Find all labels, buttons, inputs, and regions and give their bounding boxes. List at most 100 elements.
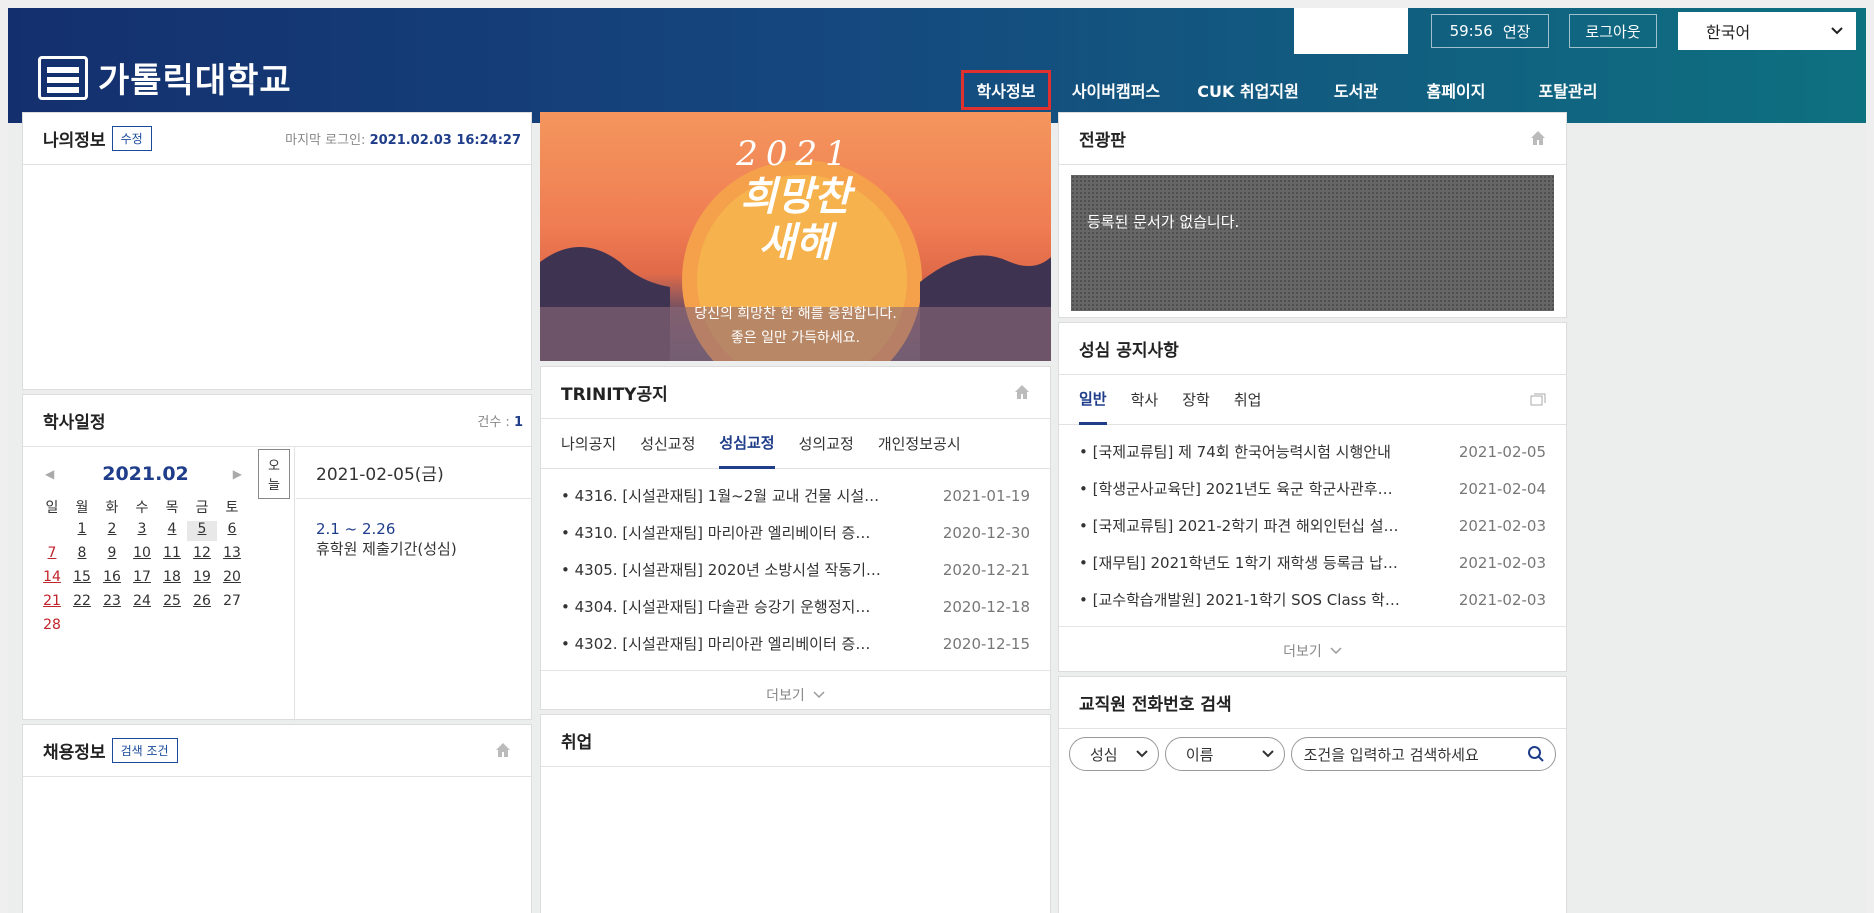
list-item[interactable]: • 4304. [시설관재팀] 다솔관 승강기 운행정지… 2020-12-18	[561, 588, 1030, 625]
calendar-day[interactable]: 14	[37, 569, 67, 589]
weekday-sun: 일	[45, 500, 59, 516]
calendar-day[interactable]: 8	[67, 545, 97, 565]
tab-privacy[interactable]: 개인정보공시	[878, 419, 961, 469]
count-label: 건수 :	[477, 415, 510, 430]
schedule-panel: 학사일정 건수 : 1 ◀ 2021.02 ▶ 오늘 일 월 화 수 목 금 토	[22, 394, 532, 721]
calendar-day[interactable]: 13	[217, 545, 247, 565]
nav-cyber-campus[interactable]: 사이버캠퍼스	[1068, 70, 1164, 110]
calendar-day[interactable]: 10	[127, 545, 157, 565]
header: 가톨릭대학교 59:56 연장 로그아웃 한국어 학사정보 사이버캠퍼스 CUK…	[8, 8, 1866, 123]
board-empty-message: 등록된 문서가 없습니다.	[1087, 213, 1240, 231]
field-value: 이름	[1185, 745, 1214, 764]
tab-general[interactable]: 일반	[1079, 375, 1107, 425]
last-login-label: 마지막 로그인:	[285, 133, 366, 148]
window-icon[interactable]	[1530, 393, 1546, 407]
weekday-mon: 월	[75, 500, 89, 516]
nav-academic-info[interactable]: 학사정보	[961, 70, 1051, 110]
employment-header: 취업	[541, 715, 1050, 767]
calendar-day-selected[interactable]: 5	[187, 521, 217, 541]
search-filter-button[interactable]: 검색 조건	[111, 738, 178, 763]
nav-homepage[interactable]: 홈페이지	[1418, 70, 1494, 110]
list-item[interactable]: • 4302. [시설관재팀] 마리아관 엘리베이터 증… 2020-12-15	[561, 625, 1030, 662]
chevron-down-icon	[813, 690, 825, 698]
calendar-day[interactable]: 26	[187, 593, 217, 613]
banner-line-2: 좋은 일만 가득하세요.	[730, 330, 861, 346]
calendar-day[interactable]: 15	[67, 569, 97, 589]
home-icon[interactable]	[495, 742, 511, 758]
calendar-day[interactable]: 6	[217, 521, 247, 541]
board-title: 전광판	[1079, 131, 1126, 151]
edit-button[interactable]: 수정	[111, 126, 152, 151]
notice-more-button[interactable]: 더보기	[1059, 626, 1566, 674]
phone-search-title: 교직원 전화번호 검색	[1079, 695, 1232, 715]
phone-search-header: 교직원 전화번호 검색	[1059, 677, 1566, 729]
nav-career-support[interactable]: CUK 취업지원	[1188, 70, 1308, 110]
banner-headline-1: 희망찬	[740, 173, 851, 220]
my-info-title: 나의정보	[43, 131, 106, 151]
next-month-icon[interactable]: ▶	[233, 467, 242, 481]
calendar-day[interactable]: 17	[127, 569, 157, 589]
employment-title: 취업	[561, 733, 593, 753]
search-icon[interactable]	[1527, 745, 1545, 763]
list-item[interactable]: • [국제교류팀] 2021-2학기 파견 해외인턴십 설… 2021-02-03	[1079, 507, 1546, 544]
list-item[interactable]: • 4310. [시설관재팀] 마리아관 엘리베이터 증… 2020-12-30	[561, 514, 1030, 551]
calendar-day[interactable]: 20	[217, 569, 247, 589]
calendar-day[interactable]: 11	[157, 545, 187, 565]
calendar-day[interactable]: 22	[67, 593, 97, 613]
field-select[interactable]: 이름	[1164, 737, 1285, 771]
tab-career[interactable]: 취업	[1234, 375, 1262, 425]
banner-headline-2: 새해	[758, 219, 833, 266]
nav-library[interactable]: 도서관	[1324, 70, 1388, 110]
employment-panel: 취업	[540, 714, 1051, 913]
calendar-day[interactable]: 2	[97, 521, 127, 541]
calendar-day[interactable]: 25	[157, 593, 187, 613]
list-item[interactable]: • [국제교류팀] 제 74회 한국어능력시험 시행안내 2021-02-05	[1079, 433, 1546, 470]
tab-scholarship[interactable]: 장학	[1182, 375, 1210, 425]
tab-seongui[interactable]: 성의교정	[799, 419, 854, 469]
trinity-more-button[interactable]: 더보기	[541, 670, 1050, 718]
tab-seongsim[interactable]: 성심교정	[719, 419, 775, 469]
tab-academic[interactable]: 학사	[1131, 375, 1159, 425]
calendar-day[interactable]: 18	[157, 569, 187, 589]
last-login: 마지막 로그인: 2021.02.03 16:24:27	[285, 129, 521, 148]
search-input[interactable]: 조건을 입력하고 검색하세요	[1290, 737, 1556, 771]
selected-date: 2021-02-05(금)	[296, 447, 531, 499]
calendar-day[interactable]: 9	[97, 545, 127, 565]
calendar-day[interactable]: 19	[187, 569, 217, 589]
calendar-day[interactable]: 1	[67, 521, 97, 541]
logout-button[interactable]: 로그아웃	[1569, 14, 1657, 48]
list-item[interactable]: • 4316. [시설관재팀] 1월~2월 교내 건물 시설… 2021-01-1…	[561, 477, 1030, 514]
logo[interactable]: 가톨릭대학교	[38, 53, 292, 102]
home-icon[interactable]	[1530, 130, 1546, 146]
trinity-list: • 4316. [시설관재팀] 1월~2월 교내 건물 시설… 2021-01-1…	[541, 469, 1050, 670]
language-select[interactable]: 한국어	[1678, 12, 1856, 50]
calendar-day[interactable]: 4	[157, 521, 187, 541]
prev-month-icon[interactable]: ◀	[45, 467, 54, 481]
last-login-value: 2021.02.03 16:24:27	[369, 133, 521, 148]
calendar-grid: 일 월 화 수 목 금 토 1 2 3 4 5 6 7 8 9 10 11 12	[37, 497, 280, 637]
calendar-day[interactable]: 7	[37, 545, 67, 565]
calendar-day[interactable]: 21	[37, 593, 67, 613]
list-item[interactable]: • 4305. [시설관재팀] 2020년 소방시설 작동기… 2020-12-2…	[561, 551, 1030, 588]
new-year-banner[interactable]: 2021 희망찬 새해 당신의 희망찬 한 해를 응원합니다. 좋은 일만 가득…	[540, 112, 1051, 361]
calendar-day[interactable]: 12	[187, 545, 217, 565]
campus-select[interactable]: 성심	[1069, 737, 1159, 771]
event-title[interactable]: 휴학원 제출기간(성심)	[316, 539, 511, 559]
list-item[interactable]: • [학생군사교육단] 2021년도 육군 학군사관후… 2021-02-04	[1079, 470, 1546, 507]
jobs-header: 채용정보 검색 조건	[23, 725, 531, 777]
calendar-day[interactable]: 16	[97, 569, 127, 589]
list-item[interactable]: • [재무팀] 2021학년도 1학기 재학생 등록금 납… 2021-02-03	[1079, 544, 1546, 581]
home-icon[interactable]	[1014, 384, 1030, 400]
chevron-down-icon	[1330, 646, 1342, 654]
calendar-day[interactable]: 24	[127, 593, 157, 613]
extend-button[interactable]: 연장	[1503, 21, 1531, 42]
tab-seongsin[interactable]: 성신교정	[640, 419, 695, 469]
tab-my-notice[interactable]: 나의공지	[561, 419, 616, 469]
today-button[interactable]: 오늘	[258, 449, 290, 499]
language-value: 한국어	[1706, 23, 1751, 42]
session-timer[interactable]: 59:56 연장	[1431, 14, 1549, 48]
calendar-day[interactable]: 23	[97, 593, 127, 613]
calendar-day[interactable]: 3	[127, 521, 157, 541]
nav-portal-admin[interactable]: 포탈관리	[1528, 70, 1608, 110]
list-item[interactable]: • [교수학습개발원] 2021-1학기 SOS Class 학… 2021-02…	[1079, 581, 1546, 618]
